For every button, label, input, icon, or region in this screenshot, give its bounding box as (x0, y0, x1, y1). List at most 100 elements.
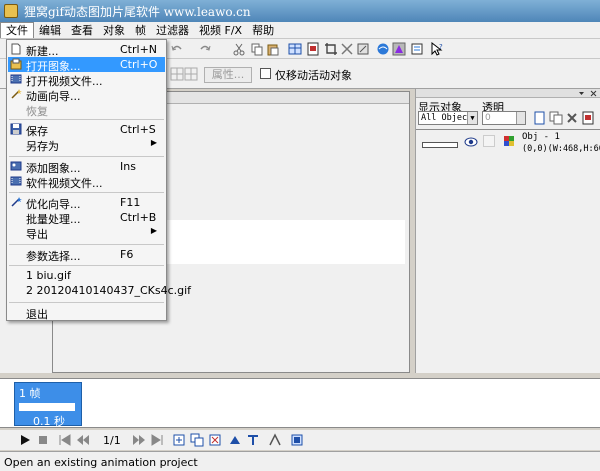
playback-bar: 1/1 (0, 430, 600, 450)
play-icon[interactable] (18, 433, 32, 447)
settings-toolbar-icon[interactable] (410, 42, 424, 56)
frame-properties-icon[interactable] (290, 433, 304, 447)
move-active-label: 仅移动活动对象 (275, 69, 352, 82)
cut-icon[interactable] (232, 42, 246, 56)
image-properties-icon[interactable] (306, 42, 320, 56)
menu-item-recent-1[interactable]: 1 biu.gif (8, 268, 165, 283)
crop-icon[interactable] (324, 42, 338, 56)
transform-icon[interactable] (340, 42, 354, 56)
new-object-icon[interactable] (533, 111, 547, 125)
browser-preview-icon[interactable] (376, 42, 390, 56)
duplicate-frame-icon[interactable] (190, 433, 204, 447)
menu-item-new[interactable]: 新建... Ctrl+N (8, 42, 165, 58)
chevron-down-icon[interactable]: ▼ (467, 112, 477, 124)
menu-item-animation-wizard[interactable]: 动画向导... (8, 87, 165, 103)
previous-frame-icon[interactable] (76, 433, 90, 447)
object-properties-icon[interactable] (581, 111, 595, 125)
menu-item-recent-2[interactable]: 2 20120410140437_CKs4c.gif (8, 283, 191, 298)
display-objects-select[interactable]: All Objects ▼ (418, 111, 478, 125)
menu-item-revert[interactable]: 恢复 (8, 102, 165, 118)
app-icon (4, 4, 18, 18)
menu-item-label: 1 biu.gif (26, 269, 71, 282)
menu-item-open-video[interactable]: 打开视频文件... (8, 72, 165, 88)
open-video-icon (10, 74, 22, 84)
menu-filter[interactable]: 过滤器 (151, 23, 194, 38)
menu-separator (9, 244, 164, 245)
menu-item-save[interactable]: 保存 Ctrl+S (8, 122, 165, 138)
properties-button[interactable]: 属性... (204, 67, 252, 83)
frame-thumbnail[interactable]: 1 帧 0.1 秒 (14, 382, 82, 428)
tween-icon[interactable] (228, 433, 242, 447)
move-active-checkbox[interactable] (260, 68, 271, 79)
menu-item-shortcut: Ctrl+S (120, 123, 156, 136)
menu-edit[interactable]: 编辑 (34, 23, 66, 38)
svg-text:?: ? (439, 43, 443, 51)
frame-name: 1 帧 (19, 387, 41, 400)
lock-toggle[interactable] (483, 135, 495, 147)
grid-icon[interactable] (170, 67, 184, 81)
text-banner-icon[interactable] (246, 433, 260, 447)
menu-item-video-file[interactable]: 软件视频文件... (8, 174, 165, 190)
frame-grid-icon[interactable] (288, 42, 302, 56)
delete-object-icon[interactable] (565, 111, 579, 125)
frame-counter: 1/1 (103, 434, 121, 447)
submenu-arrow-icon: ▶ (150, 226, 157, 235)
add-image-icon (10, 161, 22, 171)
menu-file[interactable]: 文件 (0, 22, 34, 38)
resize-icon[interactable] (356, 42, 370, 56)
opacity-spinner[interactable] (516, 112, 525, 124)
object-list: Obj - 1 (0,0)(W:468,H:60) (416, 129, 600, 373)
copy-icon[interactable] (250, 42, 264, 56)
menu-view[interactable]: 查看 (66, 23, 98, 38)
opacity-input[interactable]: 0 (482, 111, 526, 125)
delete-frame-icon[interactable] (208, 433, 222, 447)
object-name: Obj - 1 (522, 132, 560, 142)
align-icon[interactable] (184, 67, 198, 81)
panel-arrow-icon[interactable] (578, 90, 585, 97)
next-frame-icon[interactable] (132, 433, 146, 447)
optimize-icon (11, 197, 22, 207)
optimize-toolbar-icon[interactable] (392, 42, 406, 56)
video-file-icon (10, 176, 22, 186)
menu-item-save-as[interactable]: 另存为 ▶ (8, 137, 165, 153)
menu-item-export[interactable]: 导出 ▶ (8, 225, 165, 241)
menu-item-shortcut: Ctrl+O (120, 58, 158, 71)
menu-video-fx[interactable]: 视频 F/X (194, 23, 247, 38)
redo-icon[interactable] (198, 42, 212, 56)
status-text: Open an existing animation project (4, 456, 198, 469)
menu-separator (9, 302, 164, 303)
menu-help[interactable]: 帮助 (247, 23, 279, 38)
menu-item-add-image[interactable]: 添加图象... Ins (8, 159, 165, 175)
undo-icon[interactable] (170, 42, 184, 56)
add-frame-icon[interactable] (172, 433, 186, 447)
opacity-value: 0 (485, 113, 491, 123)
status-bar: Open an existing animation project (0, 451, 600, 471)
menu-item-optimize-wizard[interactable]: 优化向导... F11 (8, 195, 165, 211)
image-canvas[interactable] (165, 220, 405, 264)
menu-object[interactable]: 对象 (98, 23, 130, 38)
color-palette-icon[interactable] (504, 136, 514, 146)
help-pointer-icon[interactable]: ? (430, 42, 444, 56)
menu-item-shortcut: F6 (120, 248, 134, 261)
menu-item-shortcut: Ctrl+N (120, 43, 158, 56)
transition-icon[interactable] (268, 433, 282, 447)
menu-frame[interactable]: 帧 (130, 23, 151, 38)
menu-item-label: 退出 (26, 308, 48, 321)
eye-icon[interactable] (464, 136, 478, 148)
panel-header (416, 89, 600, 98)
paste-icon[interactable] (266, 42, 280, 56)
menu-item-open-image[interactable]: 打开图象... Ctrl+O (8, 57, 165, 73)
submenu-arrow-icon: ▶ (150, 138, 157, 147)
menu-item-batch-process[interactable]: 批量处理... Ctrl+B (8, 210, 165, 226)
window-title: 狸窝gif动态图加片尾软件 www.leawo.cn (24, 4, 251, 19)
last-frame-icon[interactable] (150, 433, 164, 447)
object-row[interactable]: Obj - 1 (0,0)(W:468,H:60) (416, 130, 600, 156)
stop-icon[interactable] (36, 433, 50, 447)
first-frame-icon[interactable] (58, 433, 72, 447)
panel-close-icon[interactable] (590, 90, 597, 97)
menu-item-preferences[interactable]: 参数选择... F6 (8, 247, 165, 263)
wizard-icon (11, 89, 22, 99)
duplicate-object-icon[interactable] (549, 111, 563, 125)
frame-delay: 0.1 秒 (33, 415, 65, 428)
menu-item-exit[interactable]: 退出 (8, 305, 165, 321)
